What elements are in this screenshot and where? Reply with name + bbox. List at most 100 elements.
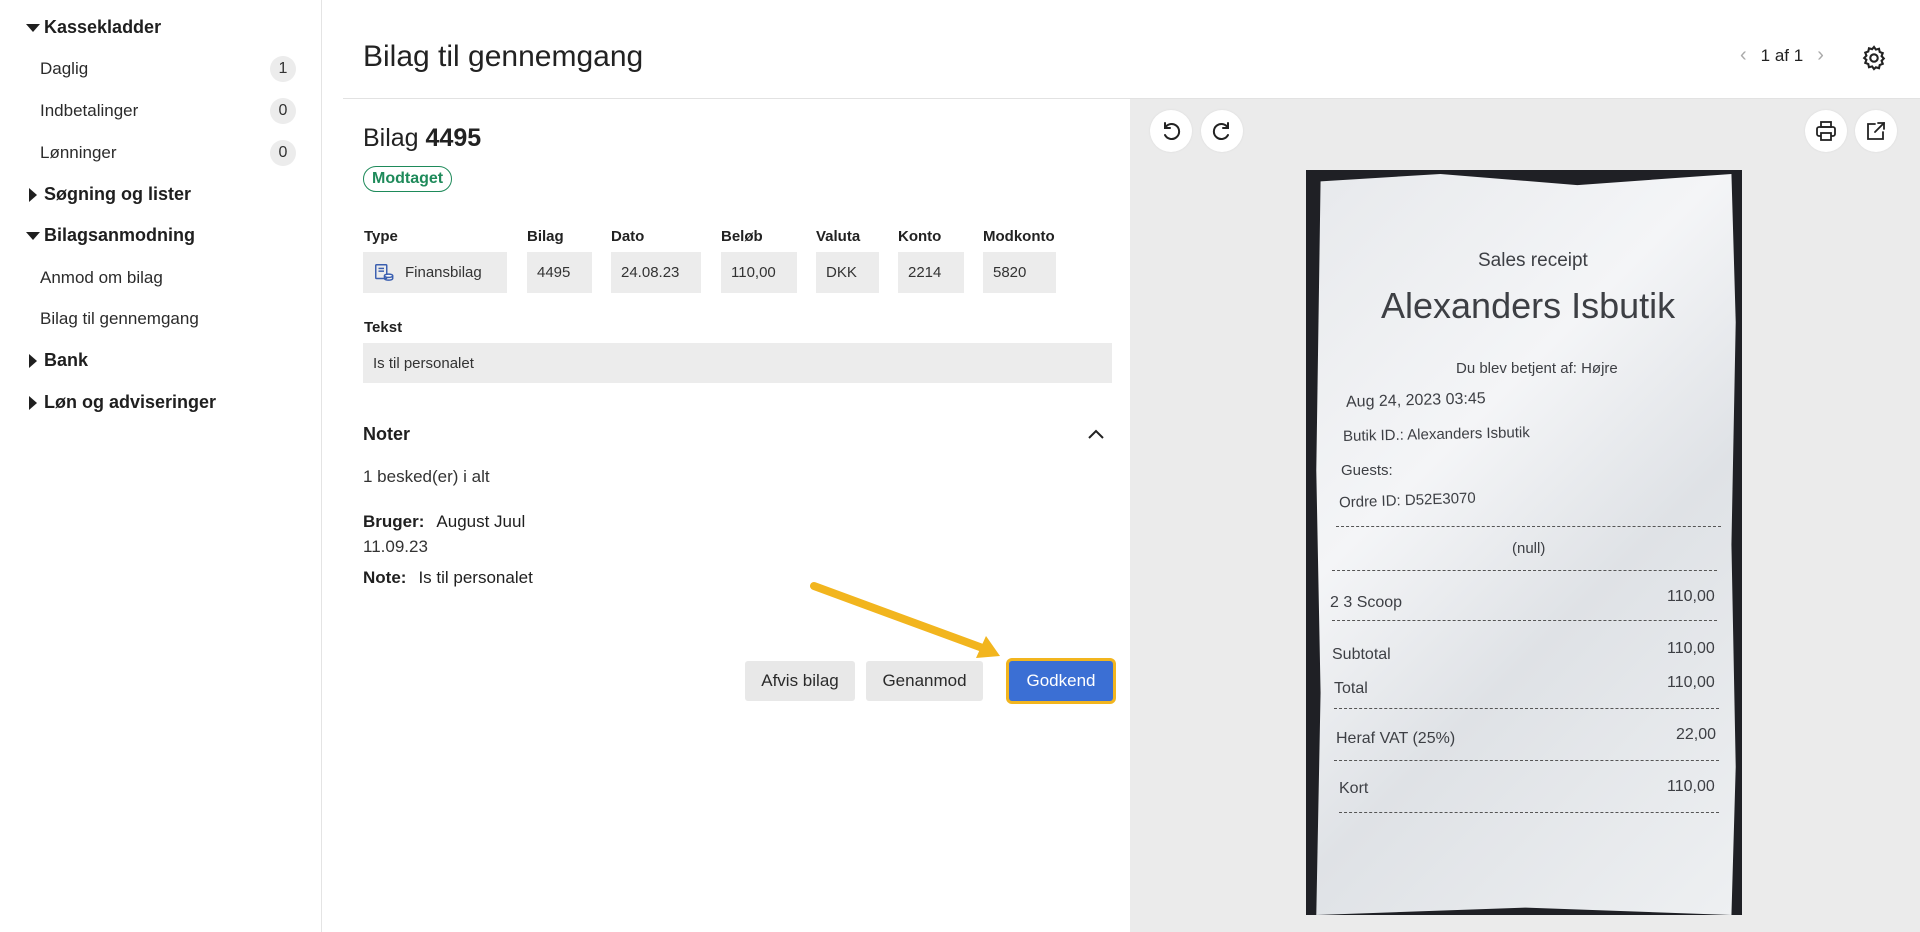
notes-title: Noter <box>363 424 411 444</box>
sidebar-item-label: Daglig <box>40 59 89 78</box>
count-badge: 0 <box>270 140 296 166</box>
valuta-label: Valuta <box>816 228 861 245</box>
rotate-right-icon <box>1212 122 1229 140</box>
dato-label: Dato <box>611 228 645 245</box>
belob-field[interactable]: 110,00 <box>721 252 797 293</box>
sidebar-item-label: Bilag til gennemgang <box>40 309 199 328</box>
print-icon <box>1816 121 1836 141</box>
open-external-button[interactable] <box>1855 110 1897 152</box>
chevron-up-icon[interactable] <box>1086 426 1106 442</box>
receipt-line-item: 2 3 Scoop <box>1330 594 1403 611</box>
sidebar-group-label: Løn og adviseringer <box>44 392 217 412</box>
konto-field[interactable]: 2214 <box>898 252 964 293</box>
chevron-right-icon[interactable]: › <box>1817 44 1824 67</box>
receipt-image: Sales receipt Alexanders Isbutik Du blev… <box>1306 170 1742 915</box>
reject-button[interactable]: Afvis bilag <box>745 661 855 701</box>
sidebar-item-lonninger[interactable]: Lønninger 0 <box>40 140 296 166</box>
note-user-label: Bruger: <box>363 512 425 531</box>
ledger-icon <box>375 263 394 281</box>
tekst-label: Tekst <box>364 319 403 336</box>
type-field[interactable]: Finansbilag <box>363 252 507 293</box>
page-title: Bilag til gennemgang <box>363 40 644 73</box>
receipt-subtotal-label: Subtotal <box>1332 646 1391 663</box>
dato-field[interactable]: 24.08.23 <box>611 252 701 293</box>
sidebar-group-label: Bilagsanmodning <box>44 225 196 245</box>
caret-down-icon <box>26 23 44 32</box>
receipt-total: 110,00 <box>1667 674 1715 691</box>
note-label: Note: <box>363 568 407 587</box>
modkonto-label: Modkonto <box>983 228 1055 245</box>
sidebar-group-label: Bank <box>44 350 89 370</box>
type-label: Type <box>364 228 398 245</box>
sidebar-group-bilagsanmodning[interactable]: Bilagsanmodning <box>26 225 195 246</box>
chevron-left-icon[interactable]: ‹ <box>1740 44 1747 67</box>
voucher-prefix: Bilag <box>363 124 419 152</box>
receipt-null: (null) <box>1512 540 1546 557</box>
sidebar-group-lon[interactable]: Løn og adviseringer <box>26 392 216 413</box>
receipt-divider <box>1334 760 1719 761</box>
caret-right-icon <box>26 353 44 368</box>
receipt-card-label: Kort <box>1339 780 1369 797</box>
sidebar-group-label: Kassekladder <box>44 17 162 37</box>
type-value: Finansbilag <box>405 264 482 281</box>
sidebar-item-label: Lønninger <box>40 143 117 162</box>
tekst-field[interactable]: Is til personalet <box>363 343 1112 383</box>
bilag-field[interactable]: 4495 <box>527 252 592 293</box>
sidebar-item-anmod-om-bilag[interactable]: Anmod om bilag <box>40 268 296 288</box>
count-badge: 1 <box>270 56 296 82</box>
receipt-line-amount: 110,00 <box>1667 588 1715 605</box>
note-user-value: August Juul <box>436 512 526 531</box>
receipt-shop-name: Alexanders Isbutik <box>1381 285 1676 326</box>
sidebar-group-bank[interactable]: Bank <box>26 350 88 371</box>
rotate-right-button[interactable] <box>1201 110 1243 152</box>
receipt-served-by: Du blev betjent af: Højre <box>1456 360 1618 377</box>
bilag-label: Bilag <box>527 228 564 245</box>
sidebar-item-label: Anmod om bilag <box>40 268 163 287</box>
voucher-number: 4495 <box>425 124 482 152</box>
pager: ‹ 1 af 1 › <box>1740 44 1824 67</box>
status-badge: Modtaget <box>363 166 453 192</box>
receipt-datetime: Aug 24, 2023 03:45 <box>1345 390 1486 411</box>
rotate-left-button[interactable] <box>1150 110 1192 152</box>
receipt-subtotal: 110,00 <box>1667 640 1715 657</box>
receipt-card: 110,00 <box>1667 778 1715 795</box>
sidebar-item-daglig[interactable]: Daglig 1 <box>40 56 296 82</box>
valuta-field[interactable]: DKK <box>816 252 879 293</box>
gear-icon[interactable] <box>1860 44 1888 72</box>
annotation-arrow <box>810 582 1000 658</box>
modkonto-field[interactable]: 5820 <box>983 252 1056 293</box>
sidebar-group-sogning[interactable]: Søgning og lister <box>26 184 191 205</box>
approve-button[interactable]: Godkend <box>1009 661 1113 701</box>
receipt-divider <box>1339 812 1719 813</box>
note-value: Is til personalet <box>418 568 533 587</box>
receipt-divider <box>1334 708 1719 709</box>
pager-text: 1 af 1 <box>1760 45 1804 65</box>
caret-down-icon <box>26 231 44 240</box>
print-button[interactable] <box>1805 110 1847 152</box>
sidebar-group-kassekladder[interactable]: Kassekladder <box>26 17 161 38</box>
external-link-icon <box>1867 122 1885 140</box>
notes-count: 1 besked(er) i alt <box>363 467 490 486</box>
caret-right-icon <box>26 187 44 202</box>
receipt-total-label: Total <box>1334 680 1368 697</box>
sidebar-item-label: Indbetalinger <box>40 101 139 120</box>
receipt-guests: Guests: <box>1341 462 1393 479</box>
sidebar-group-label: Søgning og lister <box>44 184 191 204</box>
receipt-vat: 22,00 <box>1676 726 1717 743</box>
sidebar: Kassekladder Daglig 1 Indbetalinger 0 Lø… <box>0 0 322 932</box>
receipt-divider <box>1332 620 1717 621</box>
receipt-divider <box>1332 570 1717 571</box>
note-text: Note: Is til personalet <box>363 568 533 588</box>
note-user: Bruger: August Juul <box>363 512 525 532</box>
receipt-heading: Sales receipt <box>1478 250 1588 271</box>
receipt-vat-label: Heraf VAT (25%) <box>1336 730 1456 747</box>
belob-label: Beløb <box>721 228 763 245</box>
rerequest-button[interactable]: Genanmod <box>866 661 983 701</box>
note-date: 11.09.23 <box>363 537 428 556</box>
sidebar-item-indbetalinger[interactable]: Indbetalinger 0 <box>40 98 296 124</box>
count-badge: 0 <box>270 98 296 124</box>
sidebar-item-bilag-til-gennemgang[interactable]: Bilag til gennemgang <box>40 309 296 329</box>
rotate-left-icon <box>1164 122 1181 140</box>
voucher-title: Bilag 4495 <box>363 124 481 153</box>
receipt-divider <box>1336 526 1721 527</box>
